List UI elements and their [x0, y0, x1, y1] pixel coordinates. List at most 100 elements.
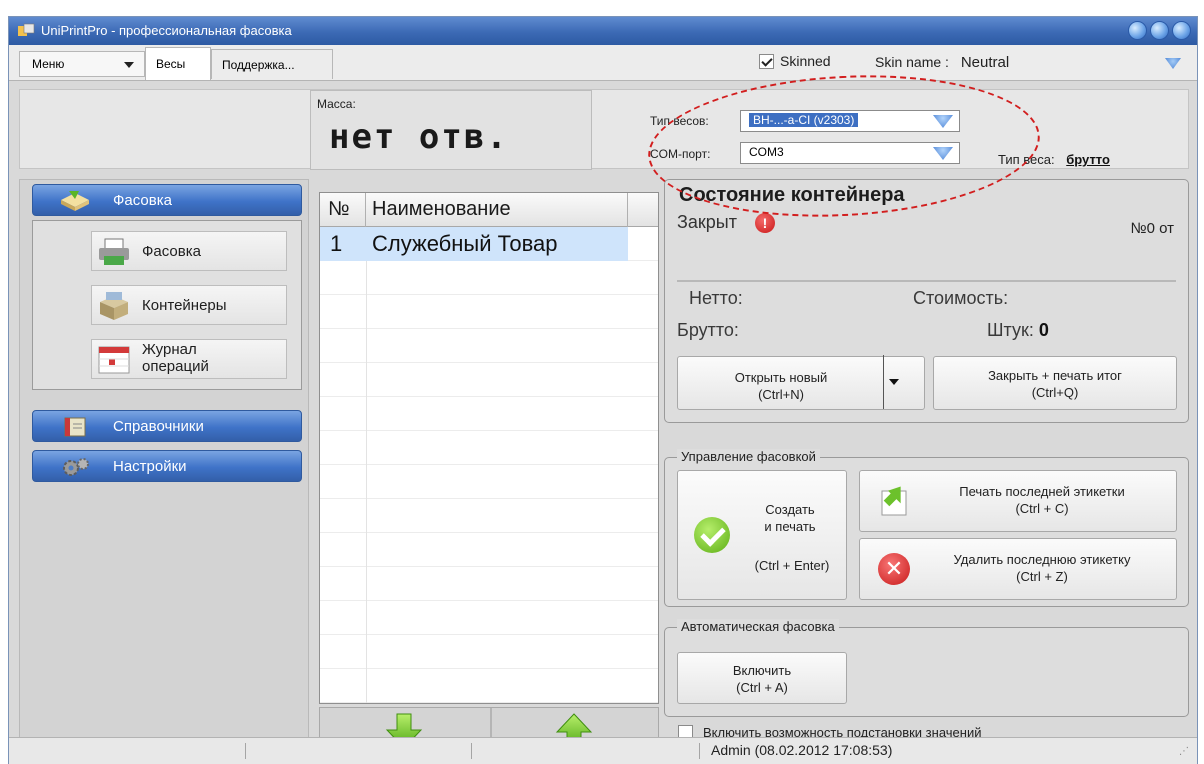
- button-label-line2: (Ctrl + Z): [1016, 569, 1068, 584]
- status-divider: [699, 743, 700, 759]
- column-name[interactable]: Наименование: [366, 193, 628, 227]
- button-label-line2: (Ctrl+Q): [1031, 385, 1079, 400]
- container-status: Закрыт: [677, 212, 737, 232]
- scale-type-label: Тип весов:: [650, 114, 709, 128]
- skinned-checkbox[interactable]: [759, 53, 774, 69]
- app-icon: [18, 23, 35, 36]
- nav-section-label: Фасовка: [113, 192, 172, 209]
- nav-item-label-line1: Журнал: [142, 341, 197, 358]
- column-number[interactable]: №: [320, 193, 366, 227]
- pieces-value: 0: [1038, 320, 1049, 340]
- calendar-icon: [98, 346, 130, 374]
- status-bar: Admin (08.02.2012 17:08:53) ⋰: [9, 737, 1197, 764]
- chevron-down-icon: [933, 147, 953, 160]
- nav-item-containers[interactable]: Контейнеры: [91, 285, 287, 325]
- close-and-print-total-button[interactable]: Закрыть + печать итог (Ctrl+Q): [933, 356, 1177, 410]
- open-new-dropdown-arrow[interactable]: [883, 355, 901, 409]
- chevron-down-icon: [124, 62, 134, 68]
- net-label: Нетто:: [689, 288, 743, 308]
- button-label-line1: Создать: [765, 502, 815, 517]
- scale-panel: Масса: нет отв. Тип весов: ВН-...-а-СІ (…: [19, 89, 1189, 170]
- app-window: UniPrintPro - профессиональная фасовка М…: [8, 16, 1198, 764]
- container-number: №0 от: [1130, 220, 1174, 237]
- minimize-button[interactable]: [1128, 21, 1147, 40]
- button-label-line2: (Ctrl + C): [1015, 501, 1069, 516]
- button-label-line1: Удалить последнюю этикетку: [953, 552, 1131, 567]
- skinned-toggle[interactable]: Skinned: [759, 53, 831, 69]
- skin-name-value: Neutral: [960, 54, 1010, 71]
- cost-label: Стоимость:: [913, 288, 1009, 308]
- weight-type-link[interactable]: брутто: [1066, 152, 1110, 167]
- button-label: Создать и печать: [740, 501, 840, 535]
- box-icon: [100, 292, 128, 320]
- chevron-down-icon: [933, 115, 953, 128]
- container-title: Состояние контейнера: [679, 184, 905, 206]
- gross-label: Брутто:: [677, 320, 739, 340]
- com-port-label: COM-порт:: [650, 147, 711, 161]
- resize-grip-icon[interactable]: ⋰: [1179, 746, 1189, 757]
- product-rows: 1 Служебный Товар: [320, 227, 658, 703]
- mass-display: Масса: нет отв.: [310, 90, 592, 170]
- delete-icon: ✕: [878, 553, 910, 585]
- tab-label: Весы: [156, 57, 186, 71]
- button-label-line2: и печать: [764, 519, 816, 534]
- table-row[interactable]: 1 Служебный Товар: [320, 227, 628, 261]
- alert-icon: !: [755, 213, 775, 233]
- scale-type-value: ВН-...-а-СІ (v2303): [749, 113, 859, 127]
- package-icon: [61, 191, 89, 211]
- tab-scales[interactable]: Весы: [145, 47, 211, 80]
- status-divider: [471, 743, 472, 759]
- pieces: Штук: 0: [987, 320, 1049, 341]
- button-label-line2: (Ctrl+N): [758, 387, 804, 402]
- enable-auto-packing-button[interactable]: Включить (Ctrl + A): [677, 652, 847, 704]
- nav-section-packing[interactable]: Фасовка: [32, 184, 302, 216]
- column-extra: [628, 193, 660, 227]
- menu-dropdown[interactable]: Меню: [19, 51, 145, 77]
- button-label-line1: Печать последней этикетки: [959, 484, 1125, 499]
- window-title: UniPrintPro - профессиональная фасовка: [41, 23, 292, 38]
- nav-item-label-line2: операций: [142, 358, 209, 375]
- delete-last-label-button[interactable]: ✕ Удалить последнюю этикетку (Ctrl + Z): [859, 538, 1177, 600]
- tab-support[interactable]: Поддержка...: [211, 49, 333, 79]
- nav-section-label: Настройки: [113, 458, 187, 475]
- print-label-icon: [881, 486, 907, 516]
- nav-item-packing[interactable]: Фасовка: [91, 231, 287, 271]
- packing-control-group: Управление фасовкой Создать и печать (Ct…: [664, 449, 1189, 607]
- mass-label: Масса:: [317, 97, 356, 111]
- pieces-label: Штук:: [987, 320, 1034, 340]
- skinned-label: Skinned: [780, 53, 831, 69]
- scale-type-select[interactable]: ВН-...-а-СІ (v2303): [740, 110, 960, 132]
- group-title: Управление фасовкой: [677, 449, 820, 464]
- com-port-value: COM3: [749, 145, 784, 159]
- create-and-print-button[interactable]: Создать и печать (Ctrl + Enter): [677, 470, 847, 600]
- menu-label: Меню: [32, 57, 65, 71]
- group-title: Автоматическая фасовка: [677, 619, 839, 634]
- maximize-button[interactable]: [1150, 21, 1169, 40]
- button-label-line1: Открыть новый: [734, 370, 828, 385]
- mass-value: нет отв.: [329, 117, 509, 157]
- button-label-line1: Включить: [732, 663, 792, 678]
- nav-section-label: Справочники: [113, 418, 204, 435]
- button-label-line1: Закрыть + печать итог: [988, 368, 1122, 383]
- status-user: Admin (08.02.2012 17:08:53): [711, 742, 893, 758]
- button-label-line2: (Ctrl + A): [736, 680, 788, 695]
- auto-packing-group: Автоматическая фасовка Включить (Ctrl + …: [664, 619, 1189, 717]
- weight-type: Тип веса: брутто: [998, 152, 1110, 167]
- skin-dropdown-icon[interactable]: [1165, 58, 1181, 69]
- close-button[interactable]: [1172, 21, 1191, 40]
- nav-section-references[interactable]: Справочники: [32, 410, 302, 442]
- title-bar: UniPrintPro - профессиональная фасовка: [9, 17, 1197, 45]
- skin-name-label: Skin name :: [875, 54, 949, 70]
- container-state-group: Состояние контейнера Закрыт ! №0 от Нетт…: [664, 179, 1189, 423]
- skin-name: Skin name : Neutral: [875, 54, 1009, 71]
- tab-bar: Меню Весы Поддержка... Skinned Skin name…: [9, 45, 1197, 81]
- print-last-label-button[interactable]: Печать последней этикетки (Ctrl + C): [859, 470, 1177, 532]
- divider: [677, 280, 1176, 282]
- nav-item-label: Контейнеры: [142, 297, 227, 314]
- checkmark-icon: [694, 517, 730, 553]
- nav-section-settings[interactable]: Настройки: [32, 450, 302, 482]
- nav-item-operations-log[interactable]: Журнал операций: [91, 339, 287, 379]
- com-port-select[interactable]: COM3: [740, 142, 960, 164]
- gears-icon: [63, 458, 89, 476]
- product-list: № Наименование 1 Служебный Товар: [319, 192, 659, 704]
